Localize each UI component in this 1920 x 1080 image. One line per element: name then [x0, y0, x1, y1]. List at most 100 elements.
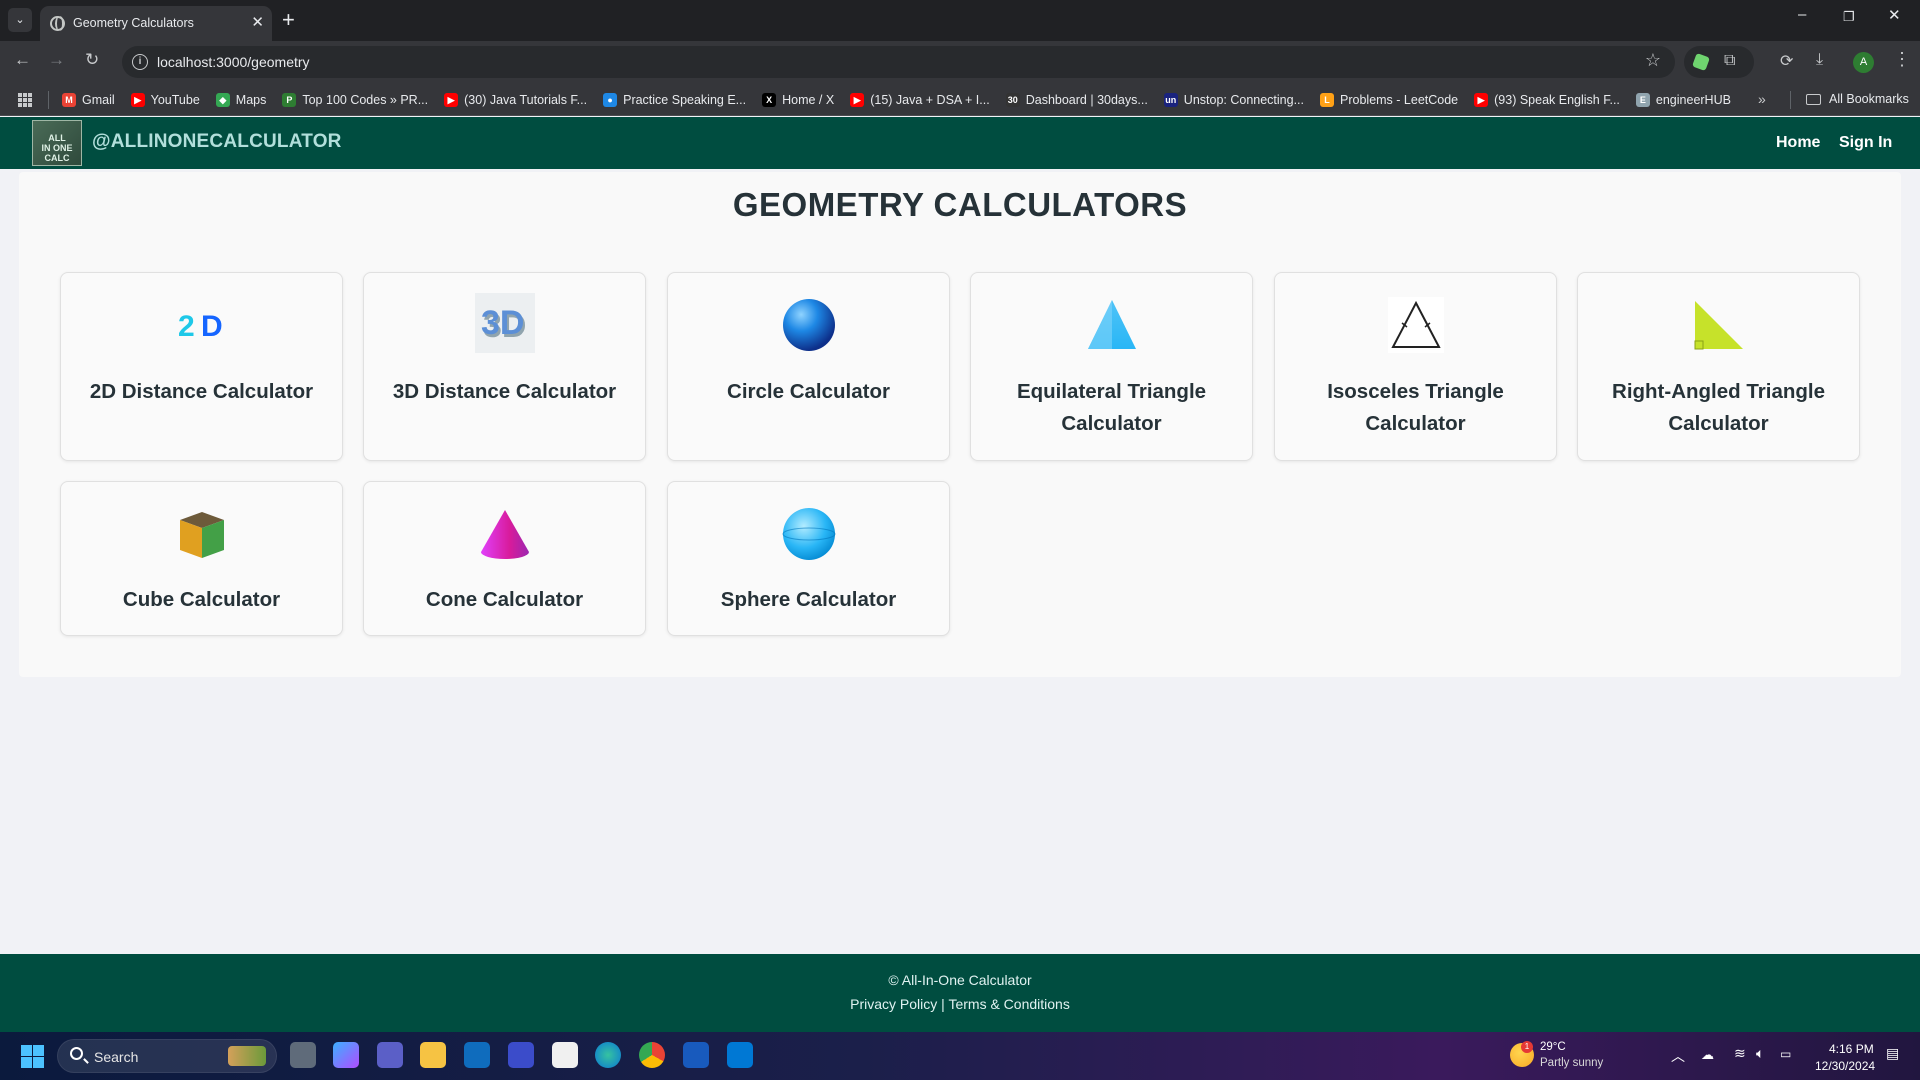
- word-icon[interactable]: [683, 1042, 709, 1068]
- wifi-icon[interactable]: ≋: [1734, 1045, 1746, 1062]
- menu-kebab-icon[interactable]: ⋮: [1893, 49, 1911, 70]
- divider: [1790, 91, 1791, 109]
- bookmark-item[interactable]: ▶ (30) Java Tutorials F...: [444, 93, 587, 107]
- chevron-up-icon[interactable]: ︿: [1671, 1046, 1685, 1066]
- bookmark-favicon-icon: X: [762, 93, 777, 107]
- bookmark-item[interactable]: M Gmail: [62, 93, 115, 107]
- volume-icon[interactable]: 🔈︎: [1756, 1045, 1764, 1062]
- nav-home-link[interactable]: Home: [1776, 134, 1820, 152]
- folder-icon: [1806, 93, 1821, 105]
- more-bookmarks-icon[interactable]: »: [1758, 91, 1766, 107]
- bookmark-item[interactable]: X Home / X: [762, 93, 834, 107]
- bookmark-item[interactable]: ▶ (93) Speak English F...: [1474, 93, 1620, 107]
- edge-icon[interactable]: [595, 1042, 621, 1068]
- clock-time[interactable]: 4:16 PM: [1829, 1042, 1874, 1056]
- bookmark-item[interactable]: EengineerHUB: [1635, 93, 1731, 107]
- sync-icon[interactable]: ⟳: [1780, 51, 1793, 71]
- taskbar-search[interactable]: Search: [57, 1039, 277, 1073]
- outlook-icon[interactable]: [464, 1042, 490, 1068]
- nav-signin-link[interactable]: Sign In: [1839, 134, 1892, 152]
- bookmark-item[interactable]: L Problems - LeetCode: [1320, 93, 1458, 107]
- calculator-label: Equilateral Triangle Calculator: [1016, 380, 1207, 435]
- address-bar[interactable]: i localhost:3000/geometry ☆: [122, 46, 1675, 78]
- bookmark-label: Unstop: Connecting...: [1183, 93, 1305, 107]
- bookmark-favicon-icon: M: [62, 93, 76, 107]
- bookmark-label: (30) Java Tutorials F...: [464, 93, 588, 107]
- bookmark-label: engineerHUB: [1655, 93, 1731, 107]
- site-header: ALL IN ONE CALC @ALLINONECALCULATOR Home S…: [0, 117, 1920, 169]
- taskbar-search-label: Search: [94, 1049, 139, 1065]
- calculator-card-sphere[interactable]: Sphere Calculator: [667, 481, 950, 636]
- calculator-card-cube[interactable]: Cube Calculator: [60, 481, 343, 636]
- notification-icon[interactable]: ▤: [1886, 1045, 1899, 1062]
- restore-icon[interactable]: ❐: [1843, 9, 1855, 25]
- bookmark-item[interactable]: un Unstop: Connecting...: [1163, 93, 1305, 107]
- chrome-icon[interactable]: [639, 1042, 665, 1068]
- store-icon[interactable]: [552, 1042, 578, 1068]
- bookmark-favicon-icon: ◆: [215, 93, 230, 107]
- calculator-card-3d-distance[interactable]: 3D 3D 3D Distance Calculator: [363, 272, 646, 461]
- tab-close-icon[interactable]: ✕: [251, 13, 264, 31]
- calculator-card-isosceles-triangle[interactable]: Isosceles Triangle Calculator: [1274, 272, 1557, 461]
- close-window-icon[interactable]: ✕: [1888, 6, 1901, 24]
- calculator-card-cone[interactable]: Cone Calculator: [363, 481, 646, 636]
- app-icon[interactable]: [508, 1042, 534, 1068]
- calculator-card-right-angled-triangle[interactable]: Right-Angled Triangle Calculator: [1577, 272, 1860, 461]
- bookmark-item[interactable]: ● Practice Speaking E...: [603, 93, 746, 107]
- weather-desc[interactable]: Partly sunny: [1540, 1057, 1603, 1069]
- bookmark-item[interactable]: ▶ YouTube: [130, 93, 200, 107]
- brand-name[interactable]: @ALLINONECALCULATOR: [92, 131, 342, 153]
- url-text[interactable]: localhost:3000/geometry: [157, 54, 310, 70]
- teams-icon[interactable]: [377, 1042, 403, 1068]
- bookmark-label: (15) Java + DSA + I...: [870, 93, 990, 107]
- calculator-card-circle[interactable]: Circle Calculator: [667, 272, 950, 461]
- bookmark-item[interactable]: ◆ Maps: [215, 93, 266, 107]
- calculator-label: Circle Calculator: [727, 380, 890, 403]
- browser-tab-active[interactable]: Geometry Calculators ✕: [40, 6, 272, 41]
- blue-sphere-icon: [779, 295, 839, 355]
- calculator-card-2d-distance[interactable]: 2D 2D Distance Calculator: [60, 272, 343, 461]
- browser-tab-bar: ⌄ Geometry Calculators ✕ + – ❐ ✕: [0, 0, 1920, 41]
- calculator-label: 2D Distance Calculator: [89, 380, 314, 403]
- isosceles-triangle-icon: [1386, 295, 1446, 355]
- privacy-policy-link[interactable]: Privacy Policy: [850, 996, 937, 1012]
- back-arrow-icon[interactable]: ←: [14, 50, 31, 70]
- calculator-card-equilateral-triangle[interactable]: Equilateral Triangle Calculator: [970, 272, 1253, 461]
- vscode-icon[interactable]: [727, 1042, 753, 1068]
- bookmark-item[interactable]: P Top 100 Codes » PR...: [282, 93, 428, 107]
- clock-date[interactable]: 12/30/2024: [1815, 1059, 1875, 1073]
- right-triangle-icon: [1689, 295, 1749, 355]
- apps-grid-icon[interactable]: [18, 93, 32, 107]
- all-bookmarks-button[interactable]: All Bookmarks: [1806, 92, 1909, 106]
- bookmark-star-icon[interactable]: ☆: [1645, 50, 1661, 71]
- extensions-pill[interactable]: ⧉: [1684, 46, 1754, 78]
- puzzle-icon[interactable]: ⧉: [1724, 52, 1735, 70]
- svg-text:3D: 3D: [481, 304, 524, 342]
- reload-icon[interactable]: ↻: [85, 50, 99, 70]
- site-info-icon[interactable]: i: [132, 54, 148, 70]
- bookmark-label: (93) Speak English F...: [1494, 93, 1620, 107]
- extension-icon[interactable]: [1692, 53, 1710, 71]
- windows-start-icon[interactable]: [21, 1045, 44, 1068]
- terms-link[interactable]: Terms & Conditions: [948, 996, 1069, 1012]
- profile-avatar[interactable]: A: [1853, 52, 1874, 73]
- forward-arrow-icon[interactable]: →: [48, 50, 65, 70]
- onedrive-icon[interactable]: ☁: [1701, 1047, 1714, 1063]
- site-logo[interactable]: ALL IN ONE CALC: [32, 120, 82, 166]
- equilateral-triangle-icon: [1082, 295, 1142, 355]
- bookmark-item[interactable]: 30 Dashboard | 30days...: [1005, 93, 1148, 107]
- weather-temp[interactable]: 29°C: [1540, 1041, 1566, 1053]
- battery-icon[interactable]: ▭: [1780, 1047, 1791, 1061]
- bookmark-label: Gmail: [82, 93, 115, 107]
- download-icon[interactable]: ⤓: [1816, 51, 1823, 69]
- bookmark-favicon-icon: P: [282, 93, 297, 107]
- task-view-icon[interactable]: [290, 1042, 316, 1068]
- bookmark-label: Home / X: [782, 93, 835, 107]
- calculator-label: Right-Angled Triangle Calculator: [1612, 380, 1825, 435]
- tab-search-button[interactable]: ⌄: [8, 8, 32, 32]
- minimize-icon[interactable]: –: [1798, 6, 1806, 23]
- file-explorer-icon[interactable]: [420, 1042, 446, 1068]
- bookmark-item[interactable]: ▶ (15) Java + DSA + I...: [850, 93, 990, 107]
- copilot-icon[interactable]: [333, 1042, 359, 1068]
- new-tab-button[interactable]: +: [282, 7, 295, 33]
